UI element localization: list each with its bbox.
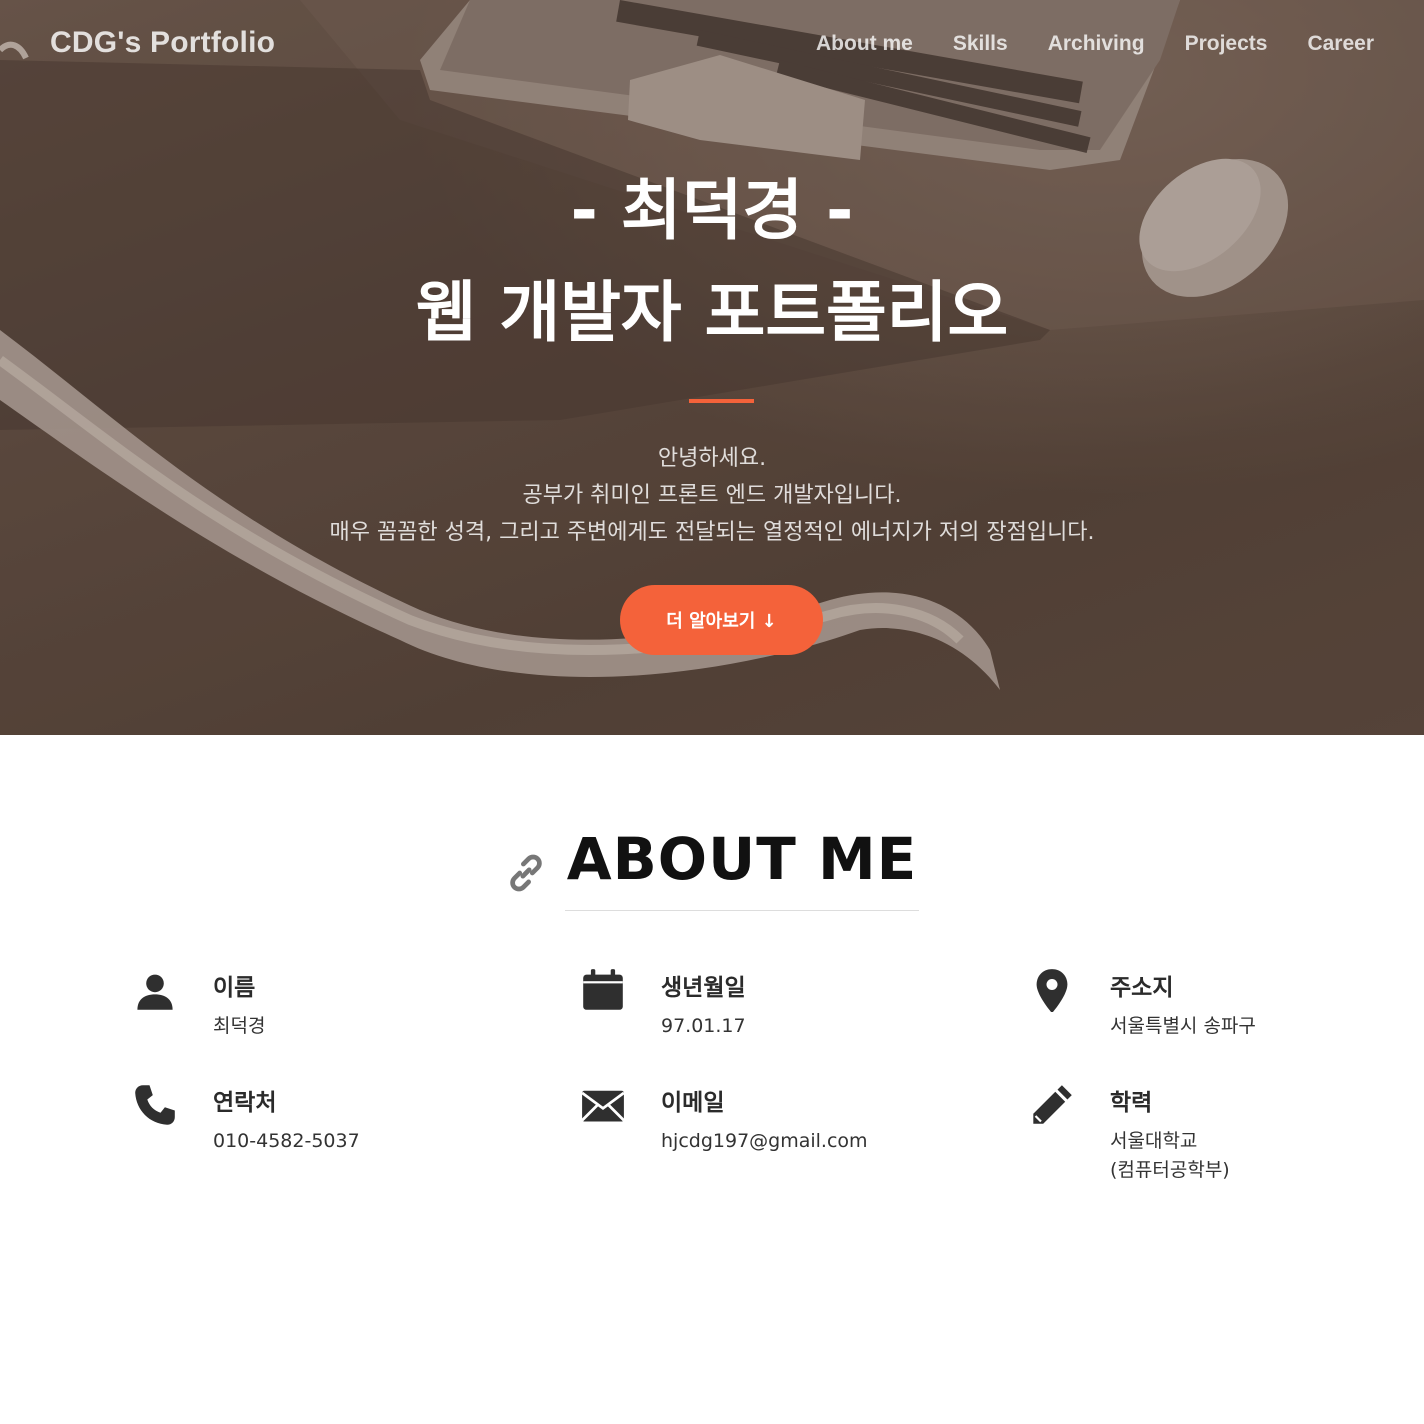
nav-link-archiving[interactable]: Archiving <box>1048 32 1145 55</box>
user-icon <box>137 974 173 1010</box>
brand-link[interactable]: CDG's Portfolio <box>50 26 275 60</box>
info-label: 이름 <box>213 975 256 1001</box>
top-navbar: CDG's Portfolio About me Skills Archivin… <box>0 0 1424 92</box>
hero-intro-line: 매우 꼼꼼한 성격, 그리고 주변에게도 전달되는 열정적인 에너지가 저의 장… <box>329 520 1095 545</box>
hero-title-role: 웹 개발자 포트폴리오 <box>415 274 1009 351</box>
about-heading: ABOUT ME <box>0 820 1424 911</box>
info-value-line: 서울대학교 <box>1110 1130 1198 1152</box>
info-label: 학력 <box>1110 1090 1153 1116</box>
hero-intro-line: 공부가 취미인 프론트 엔드 개발자입니다. <box>522 483 902 508</box>
learn-more-button[interactable]: 더 알아보기 ↓ <box>620 585 823 655</box>
info-value: 서울대학교 (컴퓨터공학부) <box>1110 1127 1410 1185</box>
nav-link-career[interactable]: Career <box>1307 32 1374 55</box>
info-value: hjcdg197@gmail.com <box>661 1130 868 1152</box>
envelope-icon <box>581 1090 625 1122</box>
link-icon <box>510 854 542 891</box>
calendar-icon <box>583 969 623 1010</box>
map-marker-icon <box>1036 969 1068 1012</box>
info-label: 이메일 <box>661 1090 725 1116</box>
hero-intro-line: 안녕하세요. <box>657 446 767 471</box>
hero-title-name: - 최덕경 - <box>570 172 854 249</box>
nav-link-about-me[interactable]: About me <box>816 32 913 55</box>
info-label: 주소지 <box>1110 975 1174 1001</box>
hero-divider <box>689 399 754 403</box>
phone-icon <box>135 1085 175 1125</box>
hero-section: CDG's Portfolio About me Skills Archivin… <box>0 0 1424 735</box>
info-value: 97.01.17 <box>661 1015 746 1037</box>
info-value: 서울특별시 송파구 <box>1110 1015 1256 1037</box>
info-value: 최덕경 <box>213 1015 266 1037</box>
info-value-line: (컴퓨터공학부) <box>1110 1159 1230 1181</box>
nav-link-skills[interactable]: Skills <box>953 32 1008 55</box>
nav-link-projects[interactable]: Projects <box>1185 32 1268 55</box>
pencil-icon <box>1033 1085 1072 1124</box>
about-title: ABOUT ME <box>564 820 920 911</box>
info-label: 연락처 <box>213 1090 277 1116</box>
nav-menu: About me Skills Archiving Projects Caree… <box>816 32 1374 56</box>
info-label: 생년월일 <box>661 975 746 1001</box>
info-value: 010-4582-5037 <box>213 1130 360 1152</box>
